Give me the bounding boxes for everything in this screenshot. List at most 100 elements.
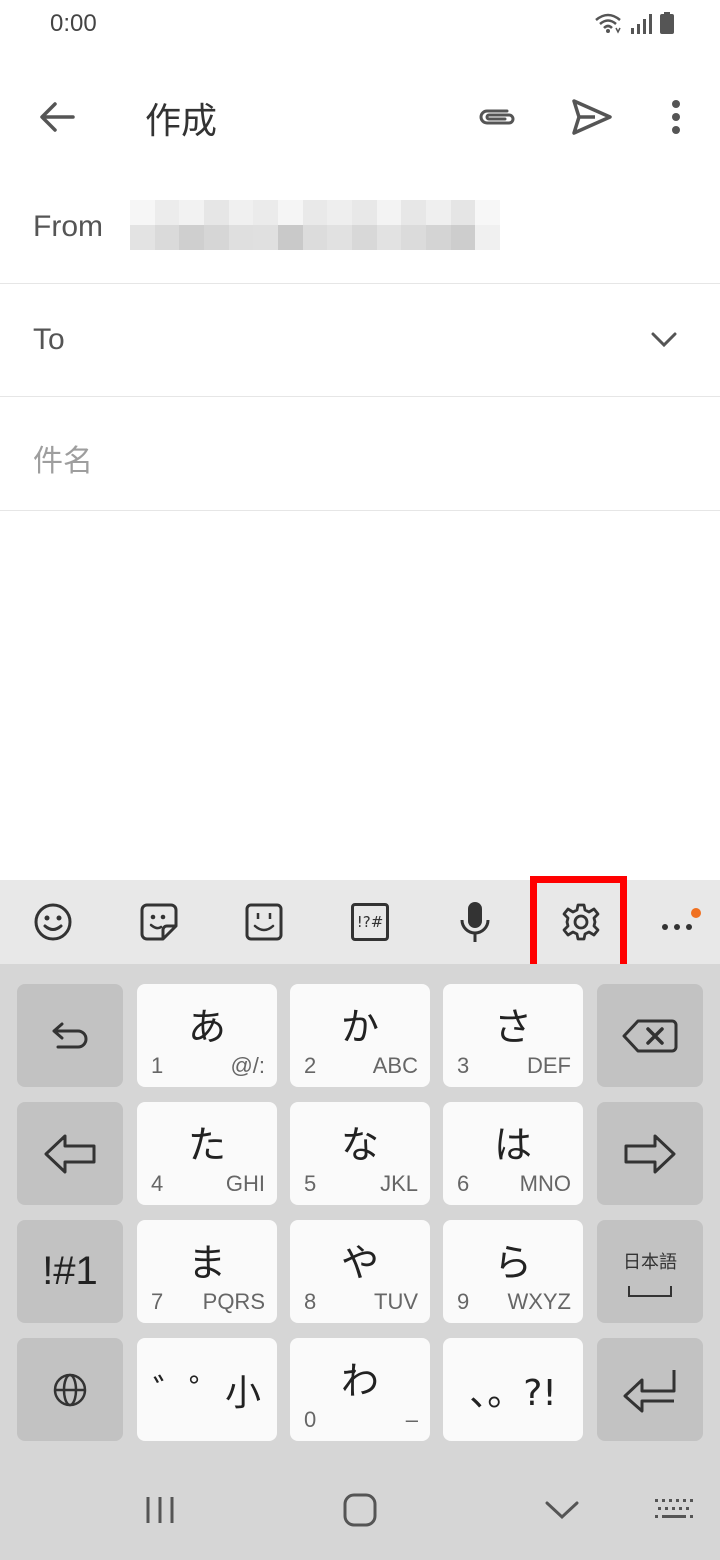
chevron-down-icon	[651, 332, 677, 348]
recent-apps-icon	[146, 1497, 174, 1523]
back-button[interactable]	[30, 90, 84, 144]
recent-apps-button[interactable]	[130, 1490, 190, 1530]
key-ka[interactable]: か 2 ABC	[290, 984, 430, 1087]
key-sa-main: さ	[493, 1005, 532, 1049]
emoji-icon	[34, 903, 72, 941]
space-key[interactable]: 日本語	[597, 1220, 703, 1323]
key-ya-main: や	[340, 1241, 379, 1285]
key-dakuten[interactable]: ゛゜小	[137, 1338, 277, 1441]
send-icon	[572, 99, 612, 135]
key-ya-num: 8	[304, 1289, 317, 1314]
voice-input-button[interactable]	[430, 880, 520, 964]
from-address-redacted[interactable]	[130, 200, 500, 250]
subject-input[interactable]: 件名	[33, 436, 93, 480]
key-na[interactable]: な 5 JKL	[290, 1102, 430, 1205]
space-key-label: 日本語	[623, 1252, 677, 1273]
key-ta-num: 4	[151, 1171, 164, 1196]
key-ra-num: 9	[457, 1289, 470, 1314]
home-icon	[343, 1493, 377, 1527]
key-a-letters: @/:	[230, 1053, 265, 1078]
symbols-key-label: !#1	[42, 1249, 98, 1293]
key-na-main: な	[340, 1123, 379, 1167]
sticker-icon	[140, 903, 178, 941]
backspace-key[interactable]	[597, 984, 703, 1087]
key-ha[interactable]: は 6 MNO	[443, 1102, 583, 1205]
enter-icon	[623, 1369, 676, 1412]
key-ya[interactable]: や 8 TUV	[290, 1220, 430, 1323]
backspace-icon	[622, 1019, 678, 1052]
more-options-button[interactable]	[656, 90, 696, 144]
status-time: 0:00	[50, 10, 97, 37]
symbols-button[interactable]: !?#	[325, 880, 415, 964]
subject-row[interactable]	[0, 397, 720, 511]
sticker-button[interactable]	[114, 880, 204, 964]
space-bar-icon	[628, 1286, 672, 1297]
wifi-icon	[595, 13, 621, 34]
key-ma-letters: PQRS	[202, 1289, 265, 1314]
key-ma[interactable]: ま 7 PQRS	[137, 1220, 277, 1323]
key-ma-num: 7	[151, 1289, 164, 1314]
toolbar-more-button[interactable]	[634, 880, 720, 964]
key-ta[interactable]: た 4 GHI	[137, 1102, 277, 1205]
key-ka-num: 2	[304, 1053, 317, 1078]
keyboard-switch-button[interactable]	[648, 1490, 700, 1530]
page-title: 作成	[145, 101, 218, 142]
body-input[interactable]	[0, 511, 720, 880]
key-sa-num: 3	[457, 1053, 470, 1078]
key-a-num: 1	[151, 1053, 164, 1078]
key-wa[interactable]: わ 0 –	[290, 1338, 430, 1441]
key-ra-letters: WXYZ	[507, 1289, 571, 1314]
key-ra-main: ら	[493, 1241, 532, 1285]
key-na-num: 5	[304, 1171, 317, 1196]
key-ta-main: た	[187, 1123, 226, 1167]
hide-keyboard-button[interactable]	[532, 1490, 592, 1530]
key-ma-main: ま	[187, 1241, 226, 1285]
to-expand-button[interactable]	[640, 320, 688, 360]
key-a[interactable]: あ 1 @/:	[137, 984, 277, 1087]
arrow-left-outline-icon	[44, 1134, 96, 1173]
battery-icon	[660, 12, 674, 34]
key-ya-letters: TUV	[374, 1289, 418, 1314]
kaomoji-icon	[245, 903, 283, 941]
to-label: To	[33, 323, 65, 356]
home-button[interactable]	[330, 1490, 390, 1530]
key-dakuten-main: ゛゜小	[152, 1372, 261, 1414]
status-bar: 0:00	[0, 0, 720, 50]
enter-key[interactable]	[597, 1338, 703, 1441]
key-punctuation[interactable]: 、。?!	[443, 1338, 583, 1441]
app-bar	[0, 60, 720, 170]
keyboard-icon	[655, 1499, 693, 1518]
arrow-left-icon	[40, 102, 75, 132]
undo-icon	[52, 1022, 88, 1048]
key-ra[interactable]: ら 9 WXYZ	[443, 1220, 583, 1323]
key-ka-letters: ABC	[372, 1053, 418, 1078]
kaomoji-button[interactable]	[219, 880, 309, 964]
settings-highlight-box	[530, 876, 627, 973]
send-button[interactable]	[565, 90, 619, 144]
key-sa-letters: DEF	[527, 1053, 571, 1078]
language-key[interactable]	[17, 1338, 123, 1441]
cursor-right-key[interactable]	[597, 1102, 703, 1205]
cursor-left-key[interactable]	[17, 1102, 123, 1205]
key-wa-main: わ	[340, 1359, 379, 1403]
signal-icon	[631, 14, 652, 34]
key-ka-main: か	[340, 1005, 379, 1049]
undo-key[interactable]	[17, 984, 123, 1087]
key-ha-letters: MNO	[519, 1171, 571, 1196]
symbols-key[interactable]: !#1	[17, 1220, 123, 1323]
key-a-main: あ	[187, 1005, 226, 1049]
globe-icon	[53, 1373, 87, 1406]
navigation-bar	[0, 1460, 720, 1560]
to-row[interactable]	[0, 284, 720, 397]
key-wa-num: 0	[304, 1407, 317, 1432]
emoji-button[interactable]	[8, 880, 98, 964]
key-ha-main: は	[493, 1123, 532, 1167]
key-sa[interactable]: さ 3 DEF	[443, 984, 583, 1087]
more-horiz-icon	[662, 908, 701, 930]
chevron-down-icon	[545, 1501, 579, 1520]
key-na-letters: JKL	[380, 1171, 418, 1196]
arrow-right-outline-icon	[624, 1134, 676, 1173]
symbols-icon: !?#	[351, 903, 389, 941]
attach-button[interactable]	[470, 90, 524, 144]
microphone-icon	[460, 902, 490, 942]
